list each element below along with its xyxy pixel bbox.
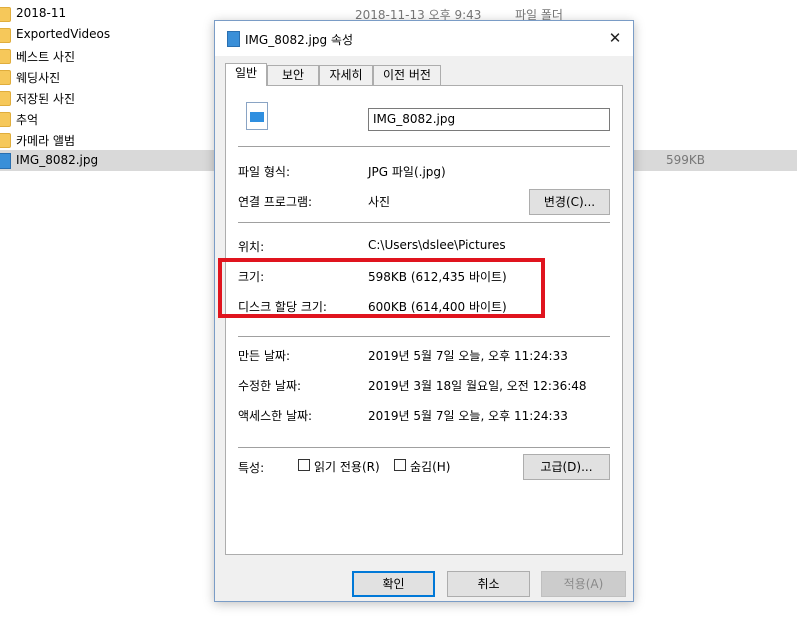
item-name: 저장된 사진: [16, 92, 76, 106]
readonly-checkbox[interactable]: [298, 459, 310, 471]
item-size: 599KB: [666, 153, 706, 167]
highlight-annotation: [218, 258, 545, 318]
item-name: 추억: [16, 113, 39, 127]
folder-icon: [0, 7, 11, 22]
readonly-label: 읽기 전용(R): [314, 460, 380, 474]
accessed-value: 2019년 5월 7일 오늘, 오후 11:24:33: [368, 409, 568, 423]
item-name: IMG_8082.jpg: [16, 153, 99, 167]
change-button[interactable]: 변경(C)...: [529, 189, 610, 215]
tab-details[interactable]: 자세히: [319, 65, 373, 85]
image-file-icon: [0, 153, 11, 169]
divider: [238, 336, 610, 337]
created-label: 만든 날짜:: [238, 349, 291, 363]
divider: [238, 146, 610, 147]
item-name: ExportedVideos: [16, 27, 111, 41]
modified-label: 수정한 날짜:: [238, 379, 302, 393]
tab-previous-versions[interactable]: 이전 버전: [373, 65, 441, 85]
item-name: 2018-11: [16, 6, 67, 20]
hidden-checkbox-group[interactable]: 숨김(H): [394, 459, 464, 475]
filename-input[interactable]: IMG_8082.jpg: [368, 108, 610, 131]
item-name: 웨딩사진: [16, 71, 61, 85]
divider: [238, 222, 610, 223]
folder-icon: [0, 70, 11, 85]
opens-with-value: 사진: [368, 195, 391, 209]
ok-button[interactable]: 확인: [352, 571, 435, 597]
tab-security[interactable]: 보안: [267, 65, 319, 85]
divider: [238, 447, 610, 448]
folder-icon: [0, 133, 11, 148]
accessed-label: 액세스한 날짜:: [238, 409, 313, 423]
image-file-icon: [227, 31, 240, 47]
close-button[interactable]: ✕: [601, 25, 629, 51]
attributes-label: 특성:: [238, 461, 265, 475]
folder-icon: [0, 28, 11, 43]
location-value: C:\Users\dslee\Pictures: [368, 238, 506, 252]
readonly-checkbox-group[interactable]: 읽기 전용(R): [298, 459, 388, 475]
modified-value: 2019년 3월 18일 월요일, 오전 12:36:48: [368, 379, 587, 393]
title-bar[interactable]: IMG_8082.jpg 속성 ✕: [215, 21, 633, 56]
opens-with-label: 연결 프로그램:: [238, 195, 313, 209]
advanced-button[interactable]: 고급(D)...: [523, 454, 610, 480]
hidden-checkbox[interactable]: [394, 459, 406, 471]
apply-button[interactable]: 적용(A): [541, 571, 626, 597]
cancel-button[interactable]: 취소: [447, 571, 530, 597]
created-value: 2019년 5월 7일 오늘, 오후 11:24:33: [368, 349, 568, 363]
hidden-label: 숨김(H): [410, 460, 451, 474]
item-name: 베스트 사진: [16, 50, 76, 64]
folder-icon: [0, 112, 11, 127]
folder-icon: [0, 49, 11, 64]
general-panel: IMG_8082.jpg 파일 형식: JPG 파일(.jpg) 연결 프로그램…: [225, 85, 623, 555]
dialog-title: IMG_8082.jpg 속성: [245, 33, 354, 47]
file-type-label: 파일 형식:: [238, 165, 291, 179]
item-name: 카메라 앨범: [16, 134, 76, 148]
file-type-value: JPG 파일(.jpg): [368, 165, 446, 179]
folder-icon: [0, 91, 11, 106]
image-file-icon: [246, 102, 268, 130]
location-label: 위치:: [238, 240, 265, 254]
tab-general[interactable]: 일반: [225, 63, 267, 86]
